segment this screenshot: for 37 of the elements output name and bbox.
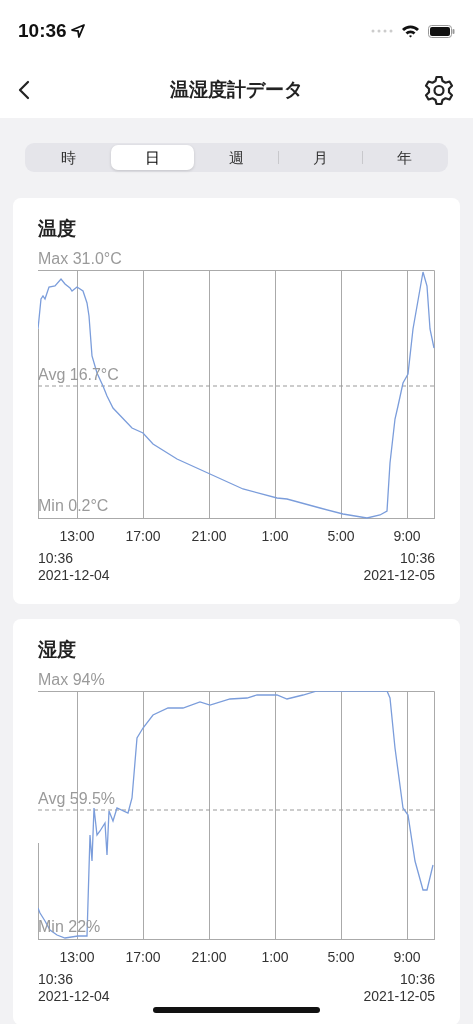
axis-label: 21:00 (191, 527, 227, 546)
axis-label: 21:00 (191, 948, 227, 967)
axis-label: 5:00 (327, 527, 355, 546)
card-title: 湿度 (38, 638, 77, 662)
axis-label: 5:00 (327, 948, 355, 967)
axis-label: 17:00 (125, 527, 161, 546)
axis-label: 1:00 (261, 948, 289, 967)
segment-tab[interactable]: 月 (279, 145, 362, 170)
settings-icon[interactable] (423, 74, 455, 106)
location-arrow-icon (70, 24, 85, 38)
date-label: 2021-12-04 (38, 567, 110, 584)
time-label: 10:36 (38, 550, 75, 567)
axis-label: 9:00 (393, 948, 421, 967)
time-label: 10:36 (38, 971, 75, 988)
segment-tab[interactable]: 週 (195, 145, 278, 170)
status-time: 10:36 (18, 18, 67, 43)
segment-tab[interactable]: 時 (27, 145, 110, 170)
time-label: 10:36 (398, 550, 435, 567)
max-label: Max 31.0°C (38, 249, 122, 269)
date-label: 2021-12-04 (38, 988, 110, 1005)
axis-label: 17:00 (125, 948, 161, 967)
time-label: 10:36 (398, 971, 435, 988)
axis-label: 9:00 (393, 527, 421, 546)
page-title: 温湿度計データ (170, 77, 303, 102)
axis-label: 1:00 (261, 527, 289, 546)
axis-label: 13:00 (59, 948, 95, 967)
date-label: 2021-12-05 (363, 567, 435, 584)
segment-tab[interactable]: 年 (363, 145, 446, 170)
date-label: 2021-12-05 (363, 988, 435, 1005)
max-label: Max 94% (38, 670, 105, 690)
axis-label: 13:00 (59, 527, 95, 546)
battery-icon (428, 24, 455, 38)
wifi-icon (401, 24, 420, 38)
signal-icon (371, 29, 393, 33)
card-title: 温度 (38, 217, 77, 241)
segment-tab[interactable]: 日 (111, 145, 194, 170)
back-icon[interactable] (18, 80, 30, 100)
